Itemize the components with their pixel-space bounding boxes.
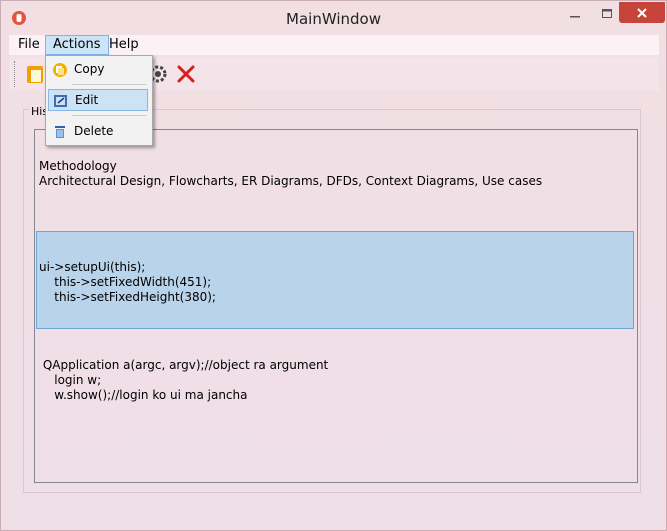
title-bar[interactable]: MainWindow: [1, 1, 666, 35]
minimize-button[interactable]: [557, 2, 593, 26]
list-item[interactable]: Methodology Architectural Design, Flowch…: [39, 159, 635, 189]
main-window: MainWindow File Actions Help His Methodo…: [0, 0, 667, 531]
close-icon: [637, 7, 647, 18]
menu-item-copy[interactable]: Copy: [48, 59, 148, 81]
menu-actions[interactable]: Actions: [45, 35, 109, 55]
menu-separator: [72, 84, 146, 85]
red-x-icon: [177, 65, 195, 83]
copy-icon: [53, 63, 67, 77]
menu-item-edit-label: Edit: [75, 93, 99, 107]
paste-icon: [27, 66, 43, 83]
edit-icon: [54, 95, 67, 107]
menu-help[interactable]: Help: [102, 35, 146, 55]
menu-item-delete[interactable]: Delete: [48, 121, 148, 143]
toolbar-grip[interactable]: [14, 61, 18, 87]
menu-item-copy-label: Copy: [74, 62, 105, 76]
close-button[interactable]: [619, 2, 665, 23]
paste-button[interactable]: [25, 63, 47, 85]
menu-item-edit[interactable]: Edit: [48, 89, 148, 111]
actions-dropdown-menu: Copy Edit Delete: [45, 55, 153, 146]
list-item-selected[interactable]: ui->setupUi(this); this->setFixedWidth(4…: [36, 231, 634, 329]
menu-bar: File Actions Help: [9, 35, 659, 55]
maximize-icon: [602, 9, 612, 18]
list-item[interactable]: QApplication a(argc, argv);//object ra a…: [39, 358, 635, 403]
menu-file[interactable]: File: [11, 35, 47, 55]
trash-icon: [55, 126, 65, 138]
central-widget: His Methodology Architectural Design, Fl…: [9, 93, 659, 523]
cancel-button[interactable]: [175, 63, 197, 85]
menu-item-delete-label: Delete: [74, 124, 114, 138]
minimize-icon: [570, 16, 580, 18]
history-list[interactable]: Methodology Architectural Design, Flowch…: [34, 129, 638, 483]
menu-separator: [72, 115, 146, 116]
